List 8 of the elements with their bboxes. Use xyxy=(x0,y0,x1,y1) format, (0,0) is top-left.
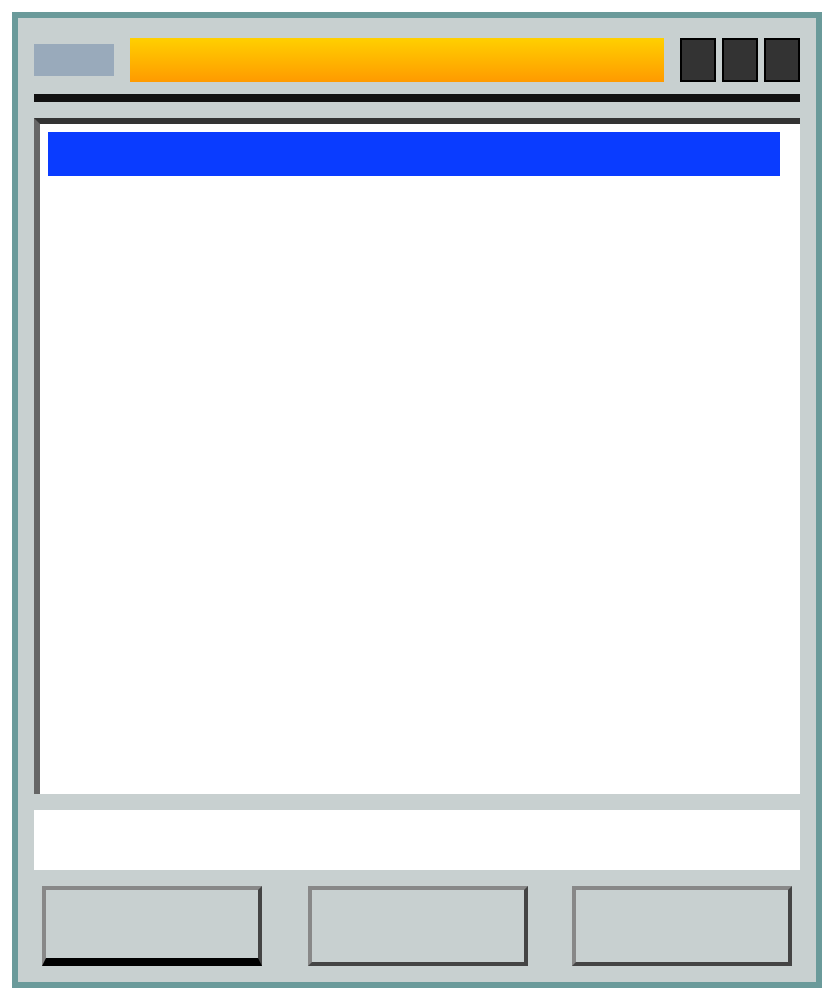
input-field[interactable] xyxy=(34,810,800,870)
close-button[interactable] xyxy=(764,38,800,82)
push-button[interactable] xyxy=(42,886,262,966)
maximize-button[interactable] xyxy=(722,38,758,82)
list-box[interactable] xyxy=(34,118,800,794)
push-button[interactable] xyxy=(307,886,527,966)
minimize-button[interactable] xyxy=(680,38,716,82)
push-button[interactable] xyxy=(572,886,792,966)
